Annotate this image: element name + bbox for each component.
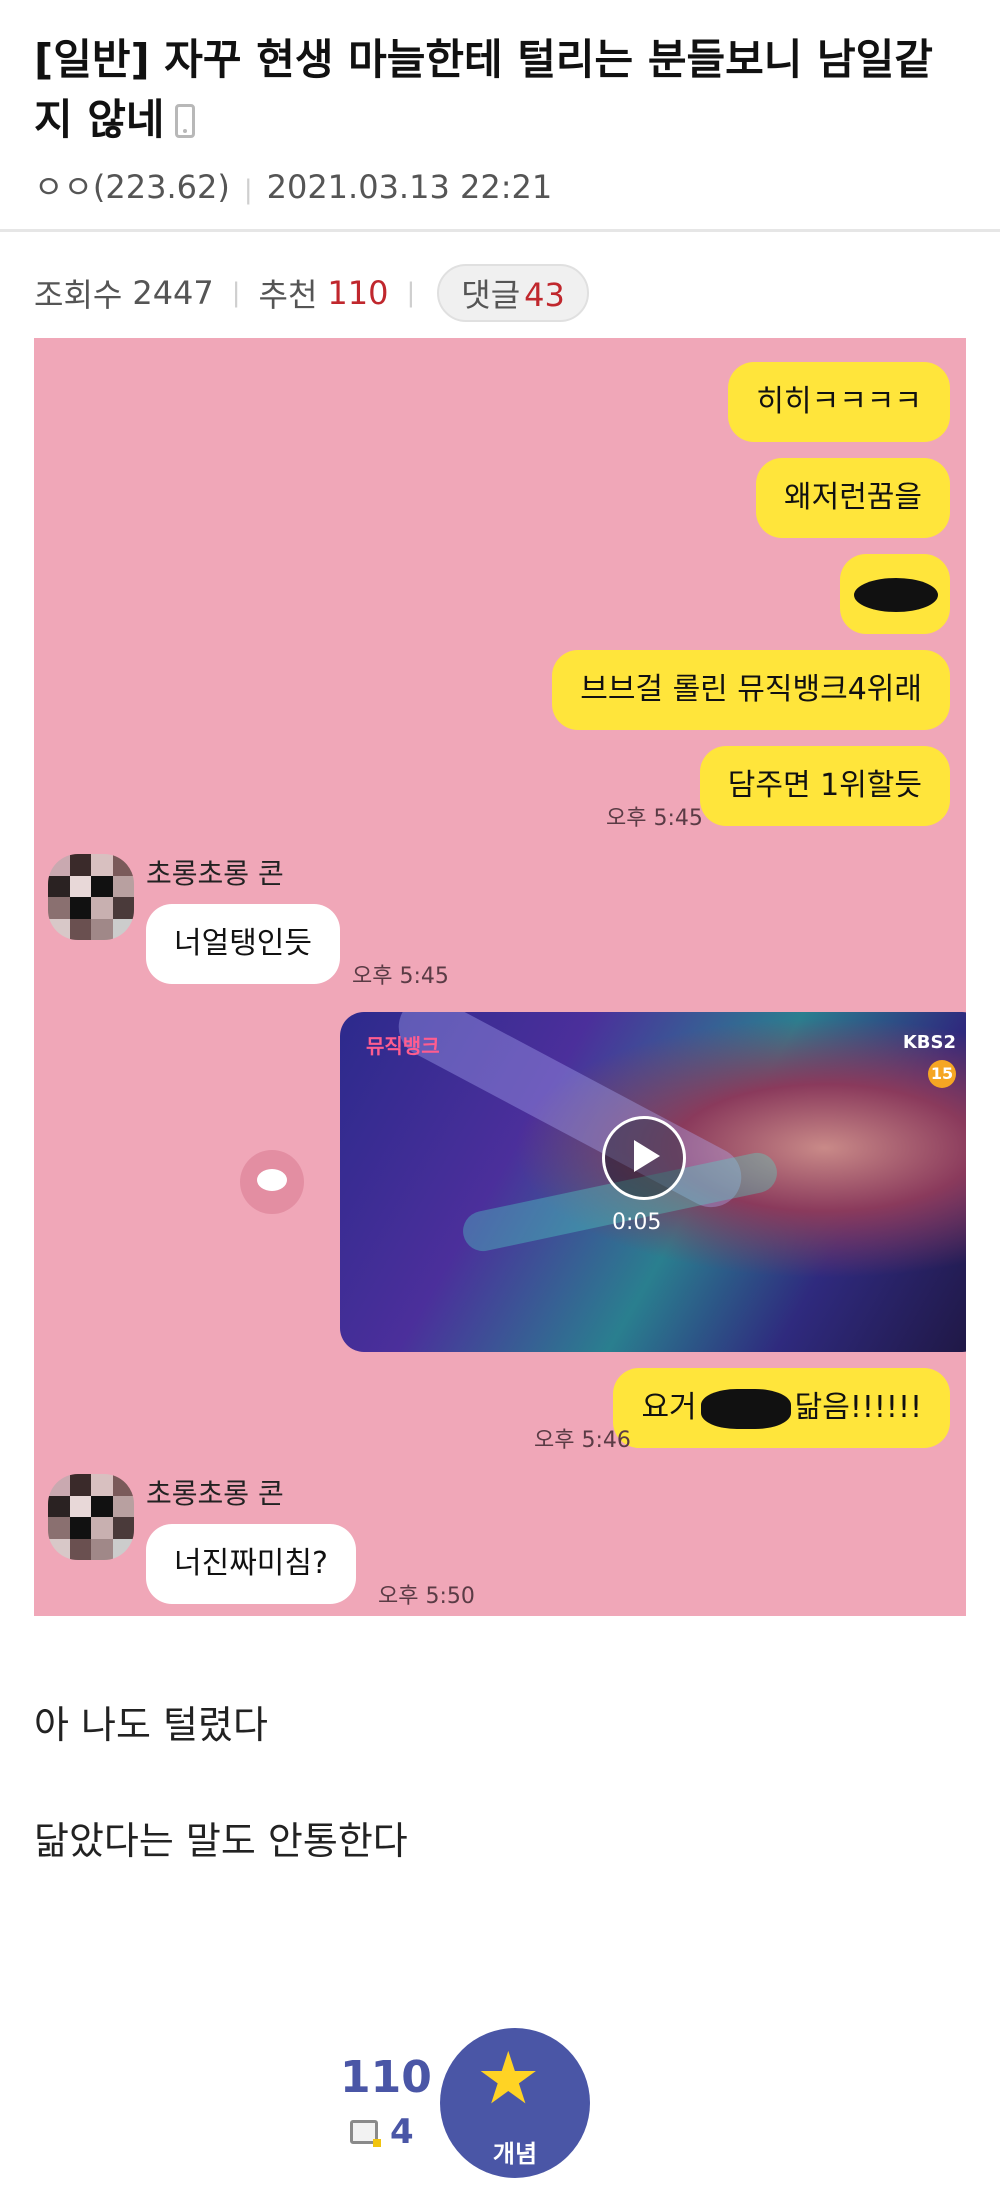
sent-message-prefix: 요거 <box>641 1390 697 1425</box>
comments-button[interactable]: 댓글 43 <box>437 264 589 322</box>
views-count: 2447 <box>132 274 214 312</box>
sent-message: 요거 닮음!!!!!! <box>613 1368 950 1448</box>
message-time: 오후 5:45 <box>352 964 449 989</box>
post-meta: ㅇㅇ(223.62) | 2021.03.13 22:21 <box>34 162 552 208</box>
sent-message: 히히ㅋㅋㅋㅋ <box>728 362 950 442</box>
comments-label: 댓글 <box>461 276 521 314</box>
post-stats: 조회수 2447 | 추천 110 | 댓글 43 <box>34 264 589 322</box>
redaction-scribble <box>700 1388 791 1429</box>
post-body-line: 아 나도 털렸다 <box>34 1703 268 1747</box>
sent-message-redacted <box>840 554 950 634</box>
sent-message: 담주면 1위할듯 <box>699 746 950 826</box>
sender-name: 초롱초롱 콘 <box>146 1477 284 1510</box>
sender-name: 초롱초롱 콘 <box>146 857 284 890</box>
video-message[interactable]: 뮤직뱅크 KBS2 15 0:05 <box>340 1012 966 1352</box>
post-header: [일반] 자꾸 현생 마늘한테 털리는 분들보니 남일같지 않네 ㅇㅇ(223.… <box>0 0 1000 232</box>
sent-message-suffix: 닮음!!!!!! <box>794 1390 922 1425</box>
mobile-phone-icon <box>174 104 195 138</box>
views-label: 조회수 <box>34 276 123 314</box>
image-icon <box>350 2120 381 2147</box>
fixed-recommend-count: 4 <box>390 2112 414 2152</box>
post-author[interactable]: ㅇㅇ(223.62) <box>34 168 230 206</box>
avatar <box>48 1474 134 1560</box>
gaenyeom-recommend-button[interactable]: ★ 개념 <box>440 2028 590 2178</box>
recommend-total: 110 <box>340 2052 432 2103</box>
comments-count: 43 <box>524 276 565 314</box>
post-datetime: 2021.03.13 22:21 <box>266 168 553 206</box>
share-bubble-icon[interactable] <box>240 1150 304 1214</box>
meta-divider: | <box>243 175 253 205</box>
sent-message: 왜저런꿈을 <box>756 458 950 538</box>
gaenyeom-label: 개념 <box>492 2140 538 2168</box>
avatar <box>48 854 134 940</box>
message-time: 오후 5:46 <box>534 1428 631 1453</box>
received-message: 너얼탱인듯 <box>146 904 340 984</box>
play-icon[interactable] <box>602 1116 686 1200</box>
stats-divider: | <box>231 278 241 308</box>
recommend-label: 추천 <box>258 276 318 314</box>
redaction-scribble <box>854 578 938 612</box>
recommend-count: 110 <box>327 274 389 312</box>
sent-message: 브브걸 롤린 뮤직뱅크4위래 <box>552 650 950 730</box>
chat-screenshot-image: 히히ㅋㅋㅋㅋ 왜저런꿈을 브브걸 롤린 뮤직뱅크4위래 담주면 1위할듯 오후 … <box>34 338 966 1616</box>
video-program-logo: 뮤직뱅크 <box>366 1034 440 1058</box>
video-age-rating: 15 <box>928 1060 956 1088</box>
fixed-recommend: 4 <box>350 2112 414 2152</box>
stats-divider: | <box>406 278 416 308</box>
received-message: 너진짜미침? <box>146 1524 356 1604</box>
post-body-line: 닮았다는 말도 안통한다 <box>34 1819 408 1863</box>
video-duration: 0:05 <box>612 1210 662 1235</box>
video-channel-logo: KBS2 <box>902 1032 956 1053</box>
star-icon: ★ <box>476 2036 541 2120</box>
post-title: [일반] 자꾸 현생 마늘한테 털리는 분들보니 남일같지 않네 <box>34 30 964 150</box>
post-title-text: [일반] 자꾸 현생 마늘한테 털리는 분들보니 남일같지 않네 <box>34 35 933 144</box>
message-time: 오후 5:45 <box>606 806 703 831</box>
message-time: 오후 5:50 <box>378 1584 475 1609</box>
